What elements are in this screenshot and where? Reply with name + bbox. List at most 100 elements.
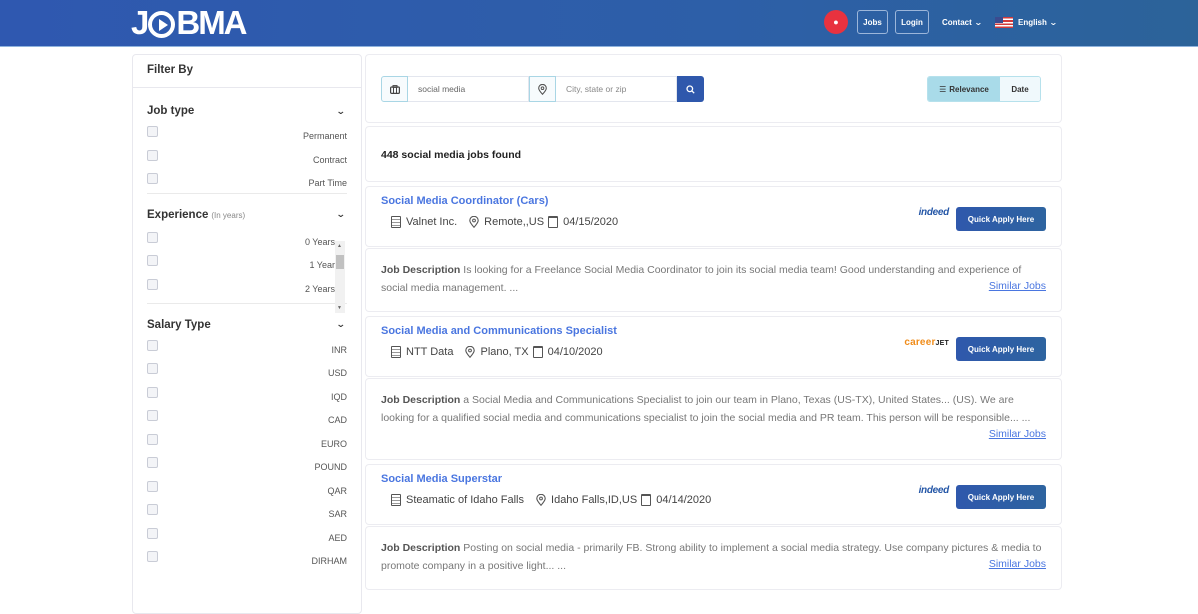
- filter-option[interactable]: DIRHAM: [147, 551, 347, 575]
- filter-option[interactable]: SAR: [147, 504, 347, 528]
- scrollbar-thumb[interactable]: [336, 255, 344, 269]
- quick-apply-button[interactable]: Quick Apply Here: [956, 207, 1046, 231]
- language-dropdown[interactable]: English ⌄: [995, 10, 1058, 34]
- play-icon: [148, 10, 176, 38]
- location-pin-icon: [536, 494, 546, 506]
- salary-type-title: Salary Type: [147, 318, 211, 331]
- job-description: Job Description a Social Media and Commu…: [381, 392, 1046, 427]
- company-name: Valnet Inc.: [406, 216, 458, 228]
- jobma-logo[interactable]: J BMA: [131, 4, 248, 41]
- filter-option[interactable]: IQD: [147, 386, 347, 411]
- job-meta: Steamatic of Idaho Falls Idaho Falls,ID,…: [391, 494, 711, 506]
- job-location: Remote,,US: [484, 216, 545, 228]
- search-form: [381, 76, 704, 102]
- quick-apply-button[interactable]: Quick Apply Here: [956, 337, 1046, 361]
- notification-bug-icon[interactable]: ●: [824, 10, 848, 34]
- filter-option[interactable]: Permanent: [147, 126, 347, 150]
- filter-option[interactable]: POUND: [147, 457, 347, 481]
- job-location: Plano, TX: [480, 346, 529, 358]
- checkbox[interactable]: [147, 457, 158, 468]
- jobs-button[interactable]: Jobs: [857, 10, 888, 34]
- filter-option[interactable]: EURO: [147, 433, 347, 458]
- checkbox[interactable]: [147, 551, 158, 562]
- checkbox[interactable]: [147, 504, 158, 515]
- similar-jobs-link[interactable]: Similar Jobs: [989, 280, 1046, 292]
- scroll-up-arrow-icon[interactable]: ▲: [337, 243, 342, 249]
- filter-option[interactable]: CAD: [147, 410, 347, 434]
- filter-option[interactable]: 0 Years: [147, 231, 347, 256]
- calendar-icon: [641, 494, 652, 506]
- checkbox[interactable]: [147, 149, 158, 161]
- quick-apply-button[interactable]: Quick Apply Here: [956, 485, 1046, 509]
- logo-text-j: J: [131, 4, 149, 41]
- checkbox[interactable]: [147, 278, 158, 290]
- checkbox[interactable]: [147, 433, 158, 445]
- sort-relevance-label: Relevance: [949, 84, 989, 94]
- experience-toggle[interactable]: Experience (In years) ⌄: [147, 205, 347, 225]
- top-navbar: J BMA ● Jobs Login Contact ⌄ English ⌄: [0, 0, 1198, 47]
- checkbox[interactable]: [147, 480, 158, 492]
- filter-option[interactable]: AED: [147, 527, 347, 552]
- careerjet-logo-jet: JET: [935, 340, 949, 347]
- filter-option[interactable]: Contract: [147, 149, 347, 174]
- search-button[interactable]: [677, 76, 704, 102]
- calendar-icon: [532, 346, 543, 358]
- checkbox[interactable]: [147, 173, 158, 184]
- job-card-body: Job Description Is looking for a Freelan…: [365, 248, 1062, 312]
- checkbox[interactable]: [147, 386, 158, 398]
- job-title-link[interactable]: Social Media Superstar: [381, 473, 502, 485]
- filter-by-heading: Filter By: [133, 55, 361, 88]
- salary-type-section: Salary Type ⌄ INR USD IQD CAD EURO POUND…: [133, 304, 361, 575]
- filter-sidebar: Filter By Job type ⌄ Permanent Contract …: [132, 54, 362, 614]
- checkbox[interactable]: [147, 255, 158, 266]
- job-description-label: Job Description: [381, 542, 461, 554]
- sort-date-button[interactable]: Date: [1000, 77, 1040, 101]
- search-icon: [686, 84, 695, 94]
- job-description-text: Is looking for a Freelance Social Media …: [381, 264, 1022, 294]
- job-type-title: Job type: [147, 105, 195, 117]
- similar-jobs-link[interactable]: Similar Jobs: [989, 558, 1046, 570]
- location-input[interactable]: [556, 76, 677, 102]
- location-pin-icon: [529, 76, 556, 102]
- job-title-link[interactable]: Social Media Coordinator (Cars): [381, 195, 548, 207]
- job-meta: Valnet Inc. Remote,,US 04/15/2020: [391, 216, 618, 228]
- experience-scrollbar[interactable]: ▲ ▼: [335, 241, 345, 313]
- chevron-down-icon: ⌄: [336, 319, 347, 329]
- job-date: 04/10/2020: [547, 346, 603, 358]
- checkbox[interactable]: [147, 126, 158, 137]
- checkbox[interactable]: [147, 410, 158, 421]
- checkbox[interactable]: [147, 339, 158, 351]
- login-button[interactable]: Login: [895, 10, 929, 34]
- checkbox[interactable]: [147, 231, 158, 243]
- checkbox[interactable]: [147, 527, 158, 539]
- job-type-toggle[interactable]: Job type ⌄: [147, 101, 347, 121]
- location-pin-icon: [469, 216, 479, 228]
- keyword-input[interactable]: [408, 76, 529, 102]
- filter-option-label: Contract: [312, 154, 347, 165]
- filter-option-label: 1 Year: [309, 260, 335, 270]
- contact-dropdown[interactable]: Contact ⌄: [942, 10, 982, 34]
- filter-option[interactable]: USD: [147, 363, 347, 387]
- job-description: Job Description Is looking for a Freelan…: [381, 262, 1046, 297]
- salary-type-toggle[interactable]: Salary Type ⌄: [147, 315, 347, 335]
- job-description: Job Description Posting on social media …: [381, 540, 1046, 575]
- filter-option[interactable]: INR: [147, 339, 347, 364]
- filter-option[interactable]: QAR: [147, 480, 347, 505]
- chevron-down-icon: ⌄: [1048, 17, 1058, 27]
- filter-option[interactable]: 2 Years: [147, 278, 347, 299]
- similar-jobs-link[interactable]: Similar Jobs: [989, 428, 1046, 440]
- filter-option[interactable]: 1 Year: [147, 255, 347, 279]
- building-icon: [391, 216, 401, 228]
- scroll-down-arrow-icon[interactable]: ▼: [337, 305, 342, 311]
- job-card-header: Social Media Coordinator (Cars) Valnet I…: [365, 186, 1062, 247]
- experience-title: Experience: [147, 208, 209, 221]
- checkbox[interactable]: [147, 363, 158, 374]
- experience-section: Experience (In years) ⌄ 0 Years 1 Year 2 …: [133, 194, 361, 299]
- job-description-text: Posting on social media - primarily FB. …: [381, 542, 1042, 572]
- filter-option-label: IQD: [330, 391, 347, 402]
- list-icon: ☰: [939, 84, 947, 94]
- job-type-section: Job type ⌄ Permanent Contract Part Time: [133, 88, 361, 197]
- sort-toggle: ☰ Relevance Date: [927, 76, 1041, 102]
- job-title-link[interactable]: Social Media and Communications Speciali…: [381, 325, 617, 337]
- sort-relevance-button[interactable]: ☰ Relevance: [928, 77, 1000, 101]
